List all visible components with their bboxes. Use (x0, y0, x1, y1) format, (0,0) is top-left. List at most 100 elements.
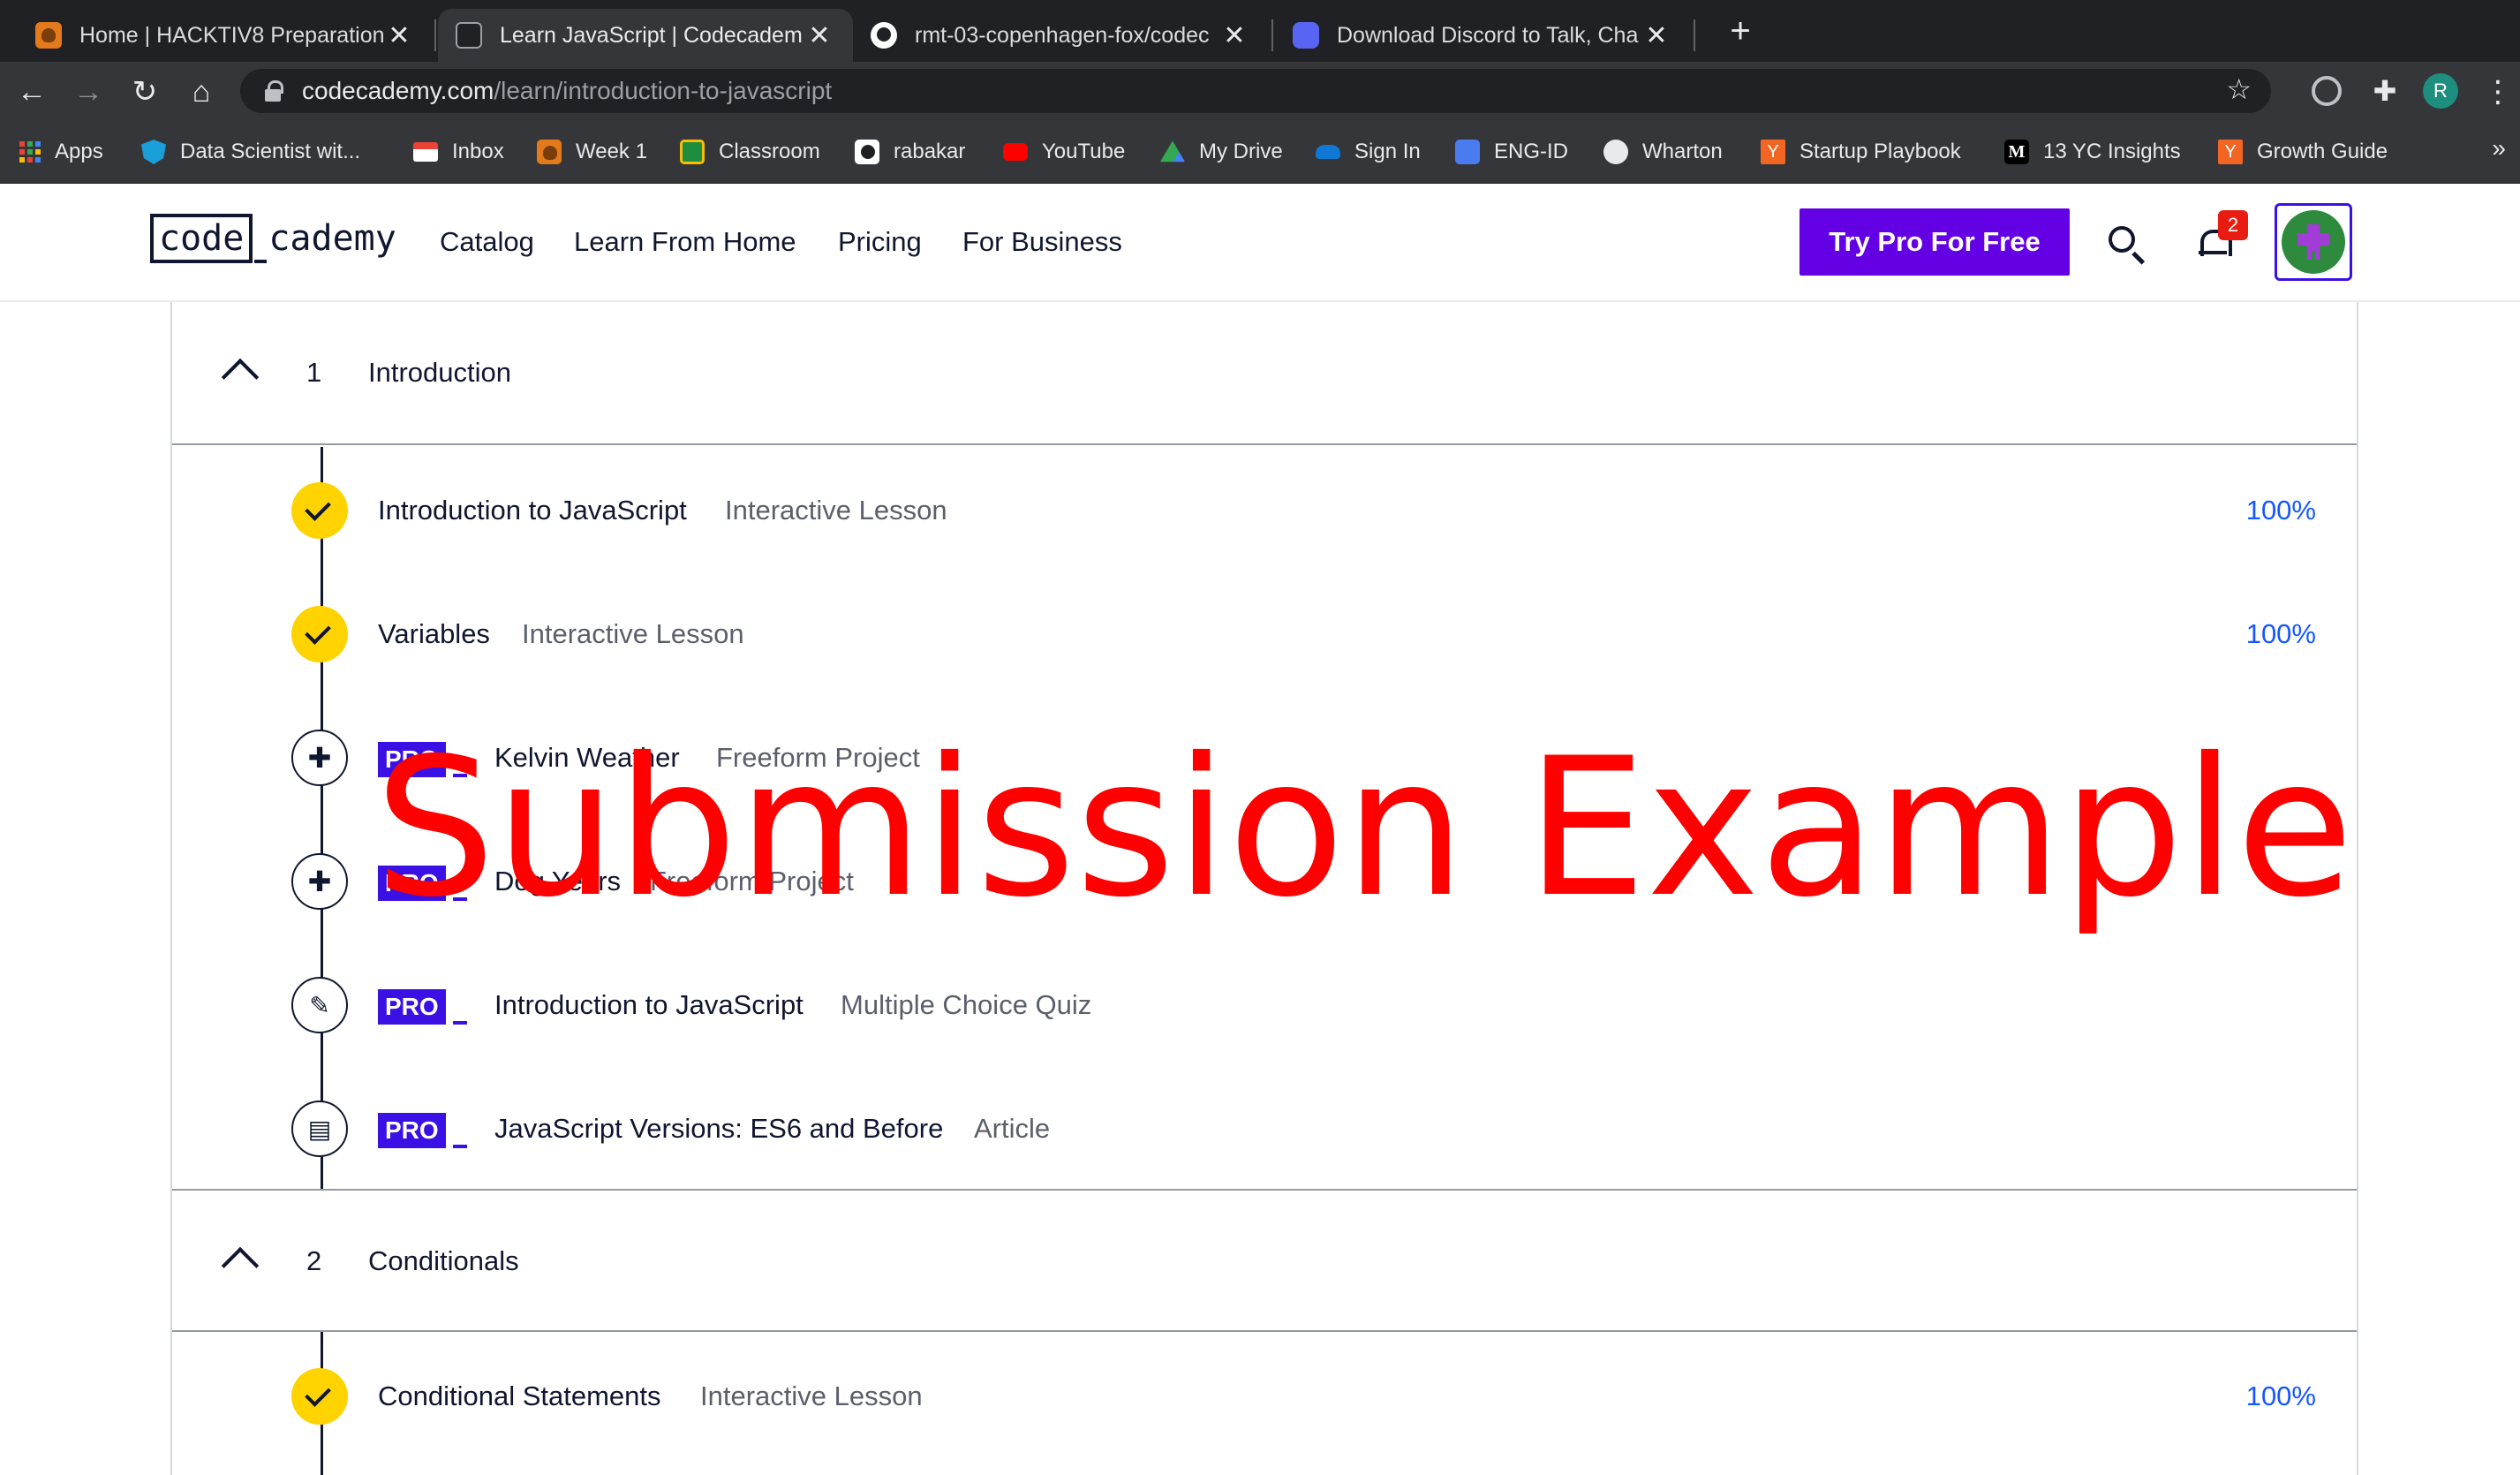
lesson-row[interactable]: ✚ PRO Dog Years Freeform Project (172, 837, 2357, 926)
bookmark-my-drive[interactable]: My Drive (1160, 138, 1283, 166)
user-avatar-button[interactable] (2275, 203, 2352, 281)
bookmark-13-yc-insights[interactable]: M 13 YC Insights (2004, 138, 2181, 166)
nav-for-business[interactable]: For Business (962, 226, 1122, 258)
bookmark-week-1[interactable]: Week 1 (537, 138, 647, 166)
address-bar[interactable]: codecademy.com/learn/introduction-to-jav… (240, 69, 2271, 113)
bookmark-eng-id[interactable]: ENG-ID (1455, 138, 1568, 166)
bookmark-star-icon[interactable]: ☆ (2226, 72, 2252, 106)
logo-code: code (150, 214, 253, 263)
back-arrow-icon[interactable]: ← (12, 72, 51, 111)
lesson-title[interactable]: Variables (378, 618, 490, 650)
module-header-introduction[interactable]: 1 Introduction (172, 302, 2357, 445)
bookmark-label: Inbox (452, 140, 504, 163)
classroom-icon (680, 140, 705, 164)
chevron-up-icon[interactable] (221, 1246, 260, 1285)
lesson-row[interactable]: ✚ PRO Kelvin Weather Freeform Project (172, 714, 2357, 802)
close-icon[interactable]: ✕ (804, 20, 835, 51)
bookmark-growth-guide[interactable]: Y Growth Guide (2218, 138, 2388, 166)
pencil-icon: ✎ (291, 977, 348, 1033)
globe-icon (1603, 140, 1628, 164)
onedrive-icon (1316, 145, 1340, 159)
browser-menu-icon[interactable]: ⋮ (2483, 72, 2513, 111)
bookmark-apps[interactable]: Apps (19, 138, 103, 166)
lesson-title[interactable]: Introduction to JavaScript (378, 495, 687, 526)
home-icon[interactable]: ⌂ (182, 72, 221, 111)
new-tab-button[interactable]: + (1718, 9, 1762, 53)
close-icon[interactable]: ✕ (1219, 20, 1250, 51)
lesson-progress: 100% (2245, 1380, 2316, 1411)
github-icon (855, 140, 879, 164)
tab-hacktiv8[interactable]: Home | HACKTIV8 Preparation ✕ (18, 9, 433, 62)
bookmark-wharton[interactable]: Wharton (1603, 138, 1723, 166)
tab-title: Home | HACKTIV8 Preparation (79, 22, 383, 48)
module-header-conditionals[interactable]: 2 Conditionals (172, 1189, 2357, 1332)
tab-codecademy[interactable]: Learn JavaScript | Codecadem ✕ (438, 9, 853, 62)
bookmark-startup-playbook[interactable]: Y Startup Playbook (1761, 138, 1961, 166)
search-icon[interactable] (2109, 226, 2135, 253)
lesson-title[interactable]: JavaScript Versions: ES6 and Before (494, 1113, 943, 1145)
lesson-row[interactable]: Conditional Statements Interactive Lesso… (172, 1352, 2357, 1441)
bookmark-label: Classroom (719, 140, 820, 163)
tab-github[interactable]: rmt-03-copenhagen-fox/codec ✕ (853, 9, 1268, 62)
bookmark-rabakar[interactable]: rabakar (855, 138, 965, 166)
forward-arrow-icon[interactable]: → (69, 72, 108, 111)
lesson-row[interactable]: ▤ PRO JavaScript Versions: ES6 and Befor… (172, 1085, 2357, 1173)
browser-toolbar: ← → ↻ ⌂ codecademy.com/learn/introductio… (0, 62, 2520, 120)
chevron-up-icon[interactable] (221, 358, 260, 397)
lesson-progress: 100% (2245, 618, 2316, 649)
lesson-title[interactable]: Dog Years (494, 866, 621, 897)
apps-grid-icon (19, 141, 41, 163)
bookmark-label: rabakar (894, 140, 966, 163)
bookmarks-overflow-icon[interactable]: » (2492, 134, 2506, 163)
bookmark-data-scientist[interactable]: Data Scientist wit... (141, 138, 360, 166)
bookmark-label: Data Scientist wit... (180, 140, 361, 163)
pro-label: PRO (378, 989, 446, 1025)
lesson-title[interactable]: Kelvin Weather (494, 742, 680, 774)
pro-underline (452, 1021, 467, 1025)
lock-icon (265, 80, 283, 102)
codecademy-logo[interactable]: code cademy (150, 214, 396, 263)
lesson-title[interactable]: Introduction to JavaScript (494, 989, 804, 1021)
url-host: codecademy.com (302, 77, 494, 104)
reload-icon[interactable]: ↻ (125, 72, 164, 111)
lesson-title[interactable]: Conditional Statements (378, 1380, 661, 1412)
gmail-icon (413, 142, 438, 162)
notification-badge: 2 (2218, 210, 2248, 240)
logo-cursor (254, 260, 268, 263)
pro-badge: PRO (378, 1113, 467, 1148)
youtube-icon (1003, 143, 1028, 161)
extensions-puzzle-icon[interactable]: ✚ (2370, 76, 2400, 106)
extension-circle-icon[interactable] (2312, 76, 2342, 106)
checkmark-icon (291, 1368, 348, 1425)
lesson-type: Freeform Project (650, 866, 854, 896)
medium-icon: M (2004, 140, 2029, 164)
lesson-type: Article (974, 1113, 1051, 1144)
bookmark-inbox[interactable]: Inbox (413, 138, 504, 166)
profile-avatar[interactable]: R (2423, 73, 2458, 109)
bookmark-youtube[interactable]: YouTube (1003, 138, 1125, 166)
lesson-row[interactable]: ✎ PRO Introduction to JavaScript Multipl… (172, 961, 2357, 1049)
pro-underline (452, 897, 467, 901)
tab-title: Download Discord to Talk, Cha (1337, 22, 1639, 48)
close-icon[interactable]: ✕ (383, 20, 415, 51)
module-title: Introduction (368, 357, 511, 388)
bookmark-label: Apps (55, 140, 103, 163)
nav-catalog[interactable]: Catalog (440, 226, 534, 258)
pro-underline (452, 774, 467, 777)
lesson-type: Interactive Lesson (725, 495, 947, 526)
bookmark-label: 13 YC Insights (2043, 140, 2181, 163)
nav-learn-from-home[interactable]: Learn From Home (574, 226, 796, 258)
try-pro-button[interactable]: Try Pro For Free (1799, 208, 2070, 276)
tab-discord[interactable]: Download Discord to Talk, Cha ✕ (1275, 9, 1690, 62)
lesson-type: Interactive Lesson (522, 618, 744, 649)
bookmark-sign-in[interactable]: Sign In (1316, 138, 1421, 166)
bookmark-label: Sign In (1354, 140, 1421, 163)
nav-pricing[interactable]: Pricing (838, 226, 922, 258)
lesson-row[interactable]: Introduction to JavaScript Interactive L… (172, 466, 2357, 555)
github-icon (871, 22, 897, 49)
bookmark-classroom[interactable]: Classroom (680, 138, 820, 166)
lesson-row[interactable]: Variables Interactive Lesson 100% (172, 590, 2357, 678)
bookmark-label: Week 1 (576, 140, 647, 163)
pro-badge: PRO (378, 989, 467, 1025)
close-icon[interactable]: ✕ (1641, 20, 1672, 51)
